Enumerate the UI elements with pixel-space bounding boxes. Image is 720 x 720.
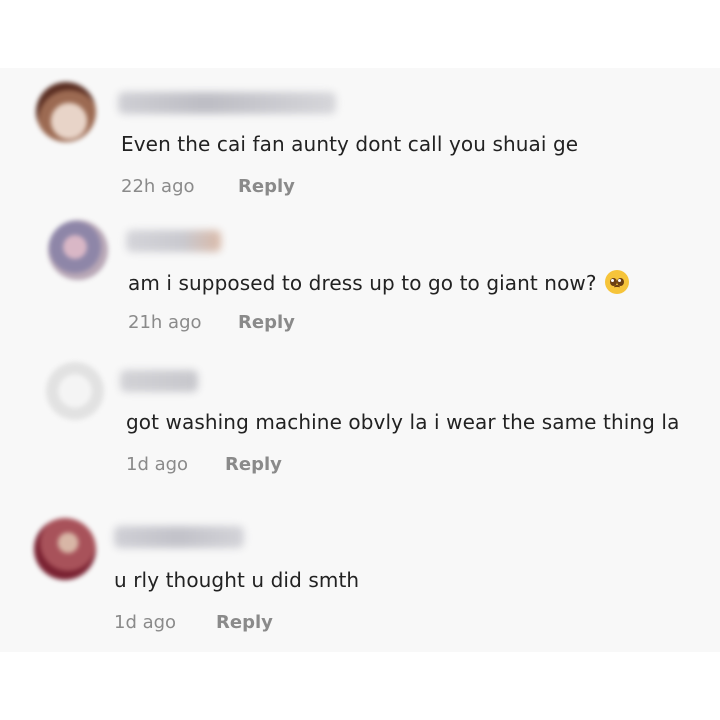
avatar[interactable] (36, 82, 96, 142)
comment-text: u rly thought u did smth (114, 568, 360, 592)
pleading-face-icon (604, 270, 629, 294)
username-blurred[interactable] (126, 230, 221, 252)
comment-timestamp: 22h ago (121, 176, 195, 197)
comments-panel: Even the cai fan aunty dont call you shu… (0, 68, 720, 652)
comment-text: am i supposed to dress up to go to giant… (128, 270, 629, 295)
avatar[interactable] (34, 518, 96, 580)
comment-text-content: am i supposed to dress up to go to giant… (128, 271, 597, 295)
username-blurred[interactable] (118, 92, 336, 114)
username-blurred[interactable] (120, 370, 198, 392)
comment-text: got washing machine obvly la i wear the … (126, 410, 680, 434)
comment-timestamp: 1d ago (114, 612, 177, 633)
reply-button[interactable]: Reply (238, 176, 295, 197)
comment-timestamp: 1d ago (126, 454, 189, 475)
avatar[interactable] (46, 362, 104, 420)
comment-timestamp: 21h ago (128, 312, 202, 333)
comment-text: Even the cai fan aunty dont call you shu… (121, 132, 579, 156)
avatar[interactable] (48, 220, 108, 280)
reply-button[interactable]: Reply (238, 312, 295, 333)
reply-button[interactable]: Reply (216, 612, 273, 633)
username-blurred[interactable] (114, 526, 244, 548)
reply-button[interactable]: Reply (225, 454, 282, 475)
